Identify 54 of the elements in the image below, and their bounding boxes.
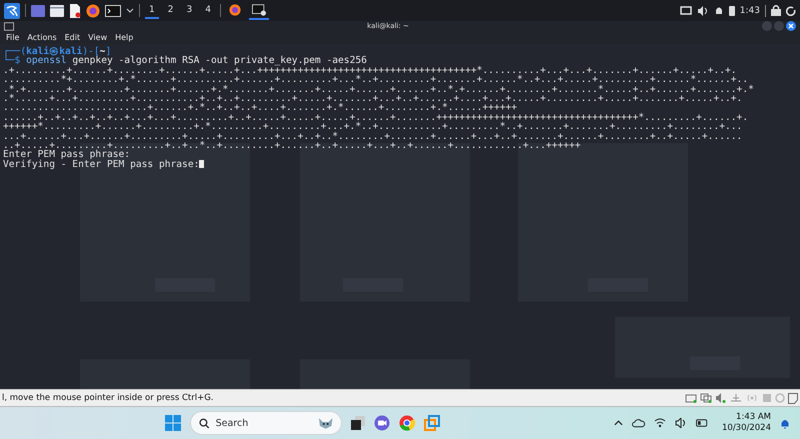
menu-item[interactable]: File <box>6 33 20 42</box>
workspace-button[interactable]: 3 <box>182 2 196 18</box>
wifi-icon[interactable] <box>654 418 666 428</box>
speaker-icon[interactable] <box>675 418 687 428</box>
key-generation-output: ......+..+..+..+..+..+...+...+.........+..+.....+.....+.....+......+.......+++++++++++++++++++++++++++++++++++*.........+......+. <box>3 112 750 122</box>
power-icon[interactable] <box>786 6 796 16</box>
key-generation-output: .*.+.......+.........+.......+......+.*.......+.......+.....+......+......+..*.+......+........+.......*.....+..+......+.......+.* <box>3 84 755 94</box>
folder-icon[interactable] <box>50 4 64 16</box>
network-icon[interactable] <box>700 393 712 403</box>
terminal-icon[interactable] <box>105 4 121 16</box>
key-generation-output: .........................+......+.*..+..+..+....+.......+.*......+........+.*......++++++ <box>3 103 518 113</box>
battery-icon[interactable] <box>696 419 709 427</box>
cloud-icon[interactable] <box>632 418 645 428</box>
taskbar-clock[interactable]: 1:43 AM 10/30/2024 <box>722 412 771 434</box>
text-cursor <box>199 160 204 168</box>
chrome-icon[interactable] <box>399 415 415 431</box>
key-generation-output: ++++++*.........+......+.........+.*.........+.........+...+.*..+...........+.........*..+.......+.......+.........+........+... <box>3 122 744 132</box>
lock-icon[interactable] <box>771 5 781 16</box>
key-generation-output: ..+.....+.........+.........+..+..*..+.........+......+..+.....+...+..+......+............+...++++++ <box>3 141 582 150</box>
key-generation-output: .*......+...+.........+...........+..+..+.........+.....+.......+...+..+......+....+...+.....+.........+.....+.......+.....+..+. <box>3 94 744 104</box>
key-generation-output: ...+......+...+......+.........+.....+.........+...+..+..*........+.......+......+...+..+.......+......+........+..+.....+...... <box>3 132 744 142</box>
caret-icon[interactable] <box>126 8 134 14</box>
terminal-text: Enter PEM pass phrase: <box>3 150 132 160</box>
search-bar[interactable]: Search <box>190 411 342 435</box>
panel-clock[interactable]: 1:43 <box>740 6 760 16</box>
document-icon[interactable] <box>69 4 81 18</box>
chevron-up-icon[interactable] <box>614 420 623 426</box>
status-message: l, move the mouse pointer inside or press Ctrl+G. <box>2 393 214 403</box>
windows-start-icon[interactable] <box>165 415 181 431</box>
vmware-icon[interactable] <box>424 415 440 431</box>
key-generation-output: .+.........+......+........+......+.....+...++++++++++++++++++++++++++++++++++++++*..........+...+...+.......+......+.....+..+. <box>3 66 737 76</box>
speaker-icon[interactable] <box>696 6 709 16</box>
terminal-task-button[interactable] <box>248 2 269 20</box>
close-icon[interactable] <box>786 21 796 31</box>
search-field[interactable]: Search <box>216 418 312 428</box>
search-icon[interactable] <box>199 418 210 428</box>
workspace-button[interactable]: 4 <box>201 2 215 18</box>
bell-icon[interactable] <box>714 6 724 16</box>
battery-icon[interactable] <box>728 5 735 16</box>
key-generation-output: ..........*+........+.*......+..........+......+.........+...*..+.........+.......+......*..+...+.....+.........+......*......+.. <box>3 75 748 85</box>
video-chat-icon[interactable] <box>374 415 390 431</box>
task-view-icon[interactable] <box>351 416 365 430</box>
workspace-button[interactable]: 1 <box>145 2 159 18</box>
terminal-icon <box>4 22 14 30</box>
menu-item[interactable]: Edit <box>64 33 80 42</box>
display-icon[interactable] <box>680 6 692 16</box>
command-line: └─$ openssl genpkey -algorithm RSA -out private_key.pem -aes256 <box>3 56 367 66</box>
note-icon[interactable] <box>788 392 798 404</box>
menu-item[interactable]: Actions <box>27 33 57 42</box>
terminal-text: Verifying - Enter PEM pass phrase: <box>3 160 797 170</box>
browser-icon[interactable] <box>86 4 100 18</box>
menu-item[interactable]: View <box>88 33 108 42</box>
workspace-button[interactable]: 2 <box>164 2 178 18</box>
menu-item[interactable]: Help <box>115 33 134 42</box>
